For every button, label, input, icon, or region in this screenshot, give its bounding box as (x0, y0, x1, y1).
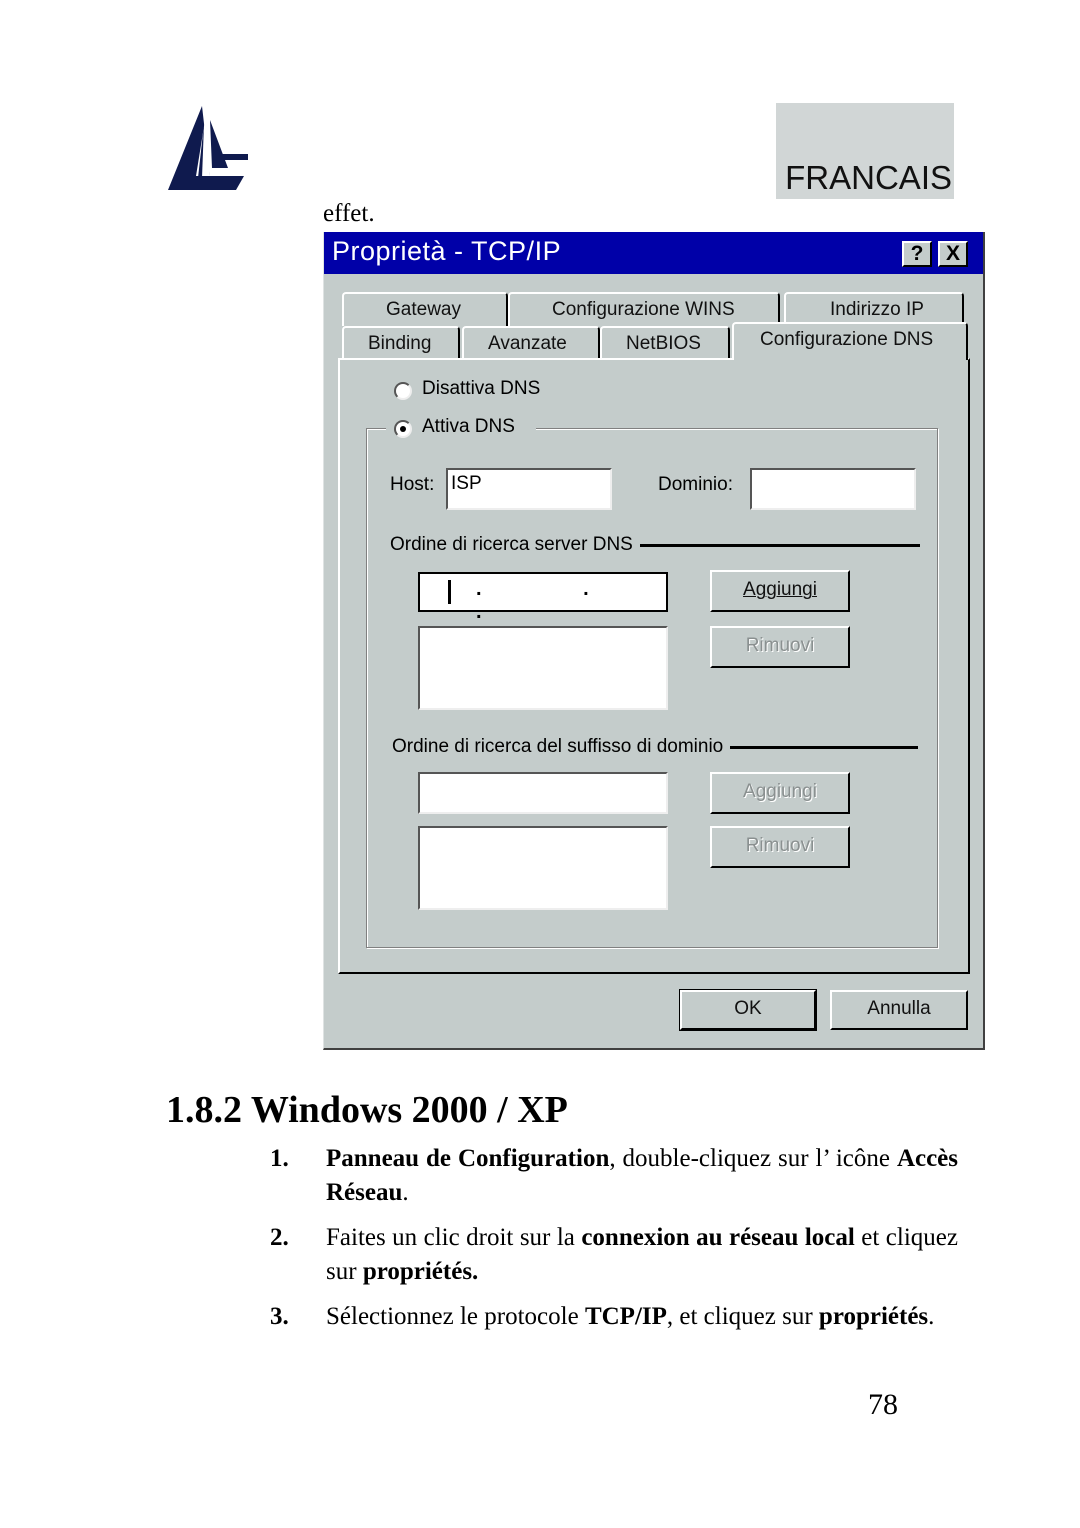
separator-line (640, 544, 920, 547)
tab-binding[interactable]: Binding (342, 326, 460, 360)
suffix-add-button[interactable]: Aggiungi (710, 772, 850, 814)
help-button[interactable]: ? (902, 241, 932, 267)
step-3: 3. Sélectionnez le protocole TCP/IP, et … (270, 1300, 958, 1334)
ok-button[interactable]: OK (679, 989, 817, 1031)
tab-gateway[interactable]: Gateway (342, 292, 508, 326)
radio-selected-dot (400, 426, 406, 432)
step-1: 1. Panneau de Configuration, double-cliq… (270, 1142, 958, 1210)
step-bold: connexion au réseau local (581, 1224, 855, 1251)
step-2: 2. Faites un clic droit sur la connexion… (270, 1221, 958, 1289)
step-number: 3. (270, 1303, 289, 1330)
cancel-button[interactable]: Annulla (830, 990, 968, 1030)
dns-remove-button[interactable]: Rimuovi (710, 626, 850, 668)
suffix-remove-button[interactable]: Rimuovi (710, 826, 850, 868)
domain-label: Dominio: (658, 474, 733, 495)
step-bold: Panneau de Configuration (326, 1145, 610, 1172)
step-number: 1. (270, 1145, 289, 1172)
step-bold: propriétés (818, 1303, 929, 1330)
dns-ip-address-input[interactable]: . . . (418, 572, 668, 623)
company-logo-icon (168, 106, 248, 190)
lead-text: effet. (323, 200, 375, 227)
enable-dns-label: Attiva DNS (422, 416, 515, 437)
section-heading: 1.8.2 Windows 2000 / XP (166, 1089, 568, 1131)
dns-add-button[interactable]: Aggiungi (710, 570, 850, 612)
dns-server-list[interactable] (418, 626, 668, 710)
dns-server-order-label: Ordine di ricerca server DNS (390, 534, 639, 556)
disable-dns-radio[interactable] (394, 382, 412, 400)
enable-dns-radio[interactable] (394, 420, 412, 438)
language-badge: FRANCAIS (776, 103, 954, 199)
close-button[interactable]: X (938, 241, 968, 267)
step-bold: propriétés. (362, 1258, 479, 1285)
separator-line (730, 746, 918, 749)
suffix-input[interactable] (418, 772, 668, 814)
host-input[interactable]: ISP (446, 468, 612, 510)
host-label: Host: (390, 474, 435, 495)
text-cursor (448, 580, 451, 604)
step-bold: TCP/IP (584, 1303, 667, 1330)
step-number: 2. (270, 1224, 289, 1251)
tab-wins[interactable]: Configurazione WINS (508, 292, 780, 326)
domain-input[interactable] (750, 468, 916, 510)
dns-tab-panel: Disattiva DNS Attiva DNS Host: ISP Domin… (338, 358, 970, 974)
tab-netbios[interactable]: NetBIOS (600, 326, 730, 360)
disable-dns-label: Disattiva DNS (422, 378, 541, 399)
suffix-list[interactable] (418, 826, 668, 910)
tab-advanced[interactable]: Avanzate (462, 326, 600, 360)
page-number: 78 (868, 1388, 898, 1421)
tab-ip-address[interactable]: Indirizzo IP (784, 292, 964, 326)
dialog-titlebar: Proprietà - TCP/IP ? X (324, 232, 983, 274)
language-label: FRANCAIS (785, 159, 952, 196)
suffix-order-label: Ordine di ricerca del suffisso di domini… (392, 736, 730, 758)
tcpip-properties-dialog: Proprietà - TCP/IP ? X Gateway Configura… (323, 232, 985, 1050)
dialog-title: Proprietà - TCP/IP (332, 236, 562, 266)
tab-dns-configuration[interactable]: Configurazione DNS (732, 322, 968, 360)
